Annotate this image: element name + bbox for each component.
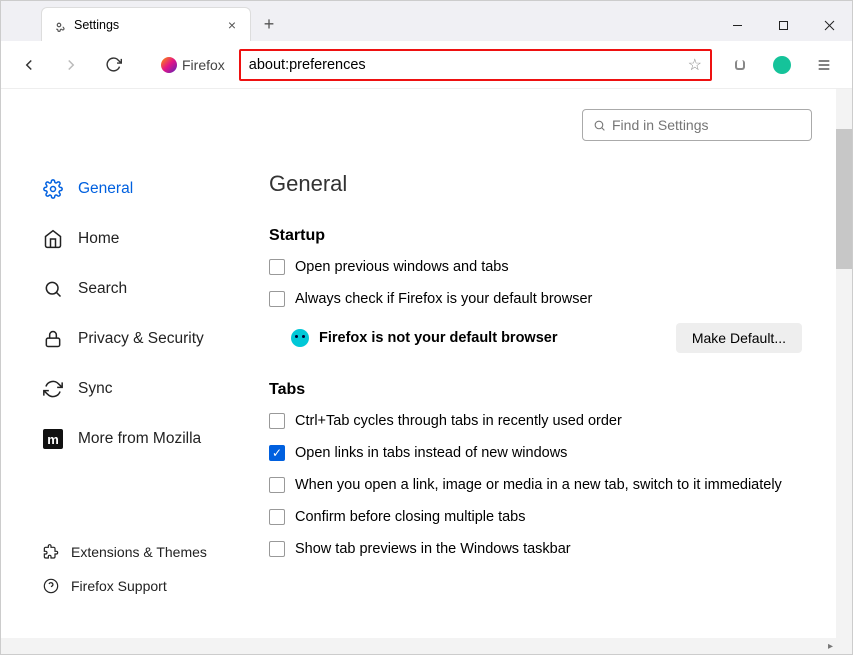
checkbox-always-check-default[interactable] bbox=[269, 291, 285, 307]
toolbar: Firefox ☆ bbox=[1, 41, 852, 89]
option-label: When you open a link, image or media in … bbox=[295, 477, 782, 493]
option-label: Confirm before closing multiple tabs bbox=[295, 509, 526, 525]
option-label: Always check if Firefox is your default … bbox=[295, 291, 592, 307]
url-input[interactable] bbox=[249, 57, 682, 73]
sidebar-item-label: Sync bbox=[78, 380, 112, 398]
vertical-scrollbar[interactable] bbox=[836, 89, 852, 654]
search-icon bbox=[43, 279, 63, 299]
app-menu-button[interactable] bbox=[810, 51, 838, 79]
gear-icon bbox=[52, 18, 66, 32]
sidebar-item-home[interactable]: Home bbox=[43, 229, 261, 249]
option-label: Ctrl+Tab cycles through tabs in recently… bbox=[295, 413, 622, 429]
main-panel: General Startup Open previous windows an… bbox=[261, 89, 852, 654]
browser-tab[interactable]: Settings × bbox=[41, 7, 251, 41]
pocket-button[interactable] bbox=[726, 51, 754, 79]
option-row: Ctrl+Tab cycles through tabs in recently… bbox=[269, 413, 812, 429]
grammarly-icon bbox=[773, 56, 791, 74]
help-icon bbox=[43, 578, 59, 594]
url-bar[interactable]: ☆ bbox=[239, 49, 712, 81]
home-icon bbox=[43, 229, 63, 249]
option-row: Confirm before closing multiple tabs bbox=[269, 509, 812, 525]
sidebar-item-support[interactable]: Firefox Support bbox=[43, 578, 261, 594]
checkbox-switch-immediately[interactable] bbox=[269, 477, 285, 493]
option-row: Always check if Firefox is your default … bbox=[269, 291, 812, 307]
minimize-button[interactable] bbox=[714, 9, 760, 41]
sidebar-item-extensions[interactable]: Extensions & Themes bbox=[43, 544, 261, 560]
identity-label: Firefox bbox=[182, 57, 225, 73]
checkbox-taskbar-preview[interactable] bbox=[269, 541, 285, 557]
checkbox-ctrl-tab[interactable] bbox=[269, 413, 285, 429]
sidebar-item-label: Extensions & Themes bbox=[71, 544, 207, 560]
maximize-button[interactable] bbox=[760, 9, 806, 41]
mozilla-icon: m bbox=[43, 429, 63, 449]
default-browser-text: Firefox is not your default browser bbox=[319, 330, 557, 346]
make-default-button[interactable]: Make Default... bbox=[676, 323, 802, 353]
gear-icon bbox=[43, 179, 63, 199]
page-title: General bbox=[269, 171, 812, 197]
reload-button[interactable] bbox=[99, 51, 127, 79]
forward-button[interactable] bbox=[57, 51, 85, 79]
default-browser-row: Firefox is not your default browser Make… bbox=[291, 323, 812, 353]
sidebar-item-label: Firefox Support bbox=[71, 578, 167, 594]
sidebar-item-general[interactable]: General bbox=[43, 179, 261, 199]
option-row: Open links in tabs instead of new window… bbox=[269, 445, 812, 461]
option-row: Show tab previews in the Windows taskbar bbox=[269, 541, 812, 557]
option-row: When you open a link, image or media in … bbox=[269, 477, 812, 493]
puzzle-icon bbox=[43, 544, 59, 560]
option-label: Open previous windows and tabs bbox=[295, 259, 509, 275]
settings-search-input[interactable] bbox=[612, 117, 801, 133]
sidebar-item-label: More from Mozilla bbox=[78, 430, 201, 448]
close-tab-icon[interactable]: × bbox=[224, 17, 240, 33]
option-label: Show tab previews in the Windows taskbar bbox=[295, 541, 571, 557]
checkbox-open-previous[interactable] bbox=[269, 259, 285, 275]
tab-title: Settings bbox=[74, 18, 216, 32]
sidebar-item-more-mozilla[interactable]: m More from Mozilla bbox=[43, 429, 261, 449]
sidebar-item-label: Privacy & Security bbox=[78, 330, 204, 348]
sidebar-item-label: Search bbox=[78, 280, 127, 298]
sidebar-item-label: Home bbox=[78, 230, 119, 248]
bookmark-star-icon[interactable]: ☆ bbox=[688, 55, 702, 75]
sync-icon bbox=[43, 379, 63, 399]
sidebar-item-sync[interactable]: Sync bbox=[43, 379, 261, 399]
checkbox-open-links-tabs[interactable] bbox=[269, 445, 285, 461]
extension-button[interactable] bbox=[768, 51, 796, 79]
content-area: General Home Search Privacy & Security S… bbox=[1, 89, 852, 654]
back-button[interactable] bbox=[15, 51, 43, 79]
close-window-button[interactable] bbox=[806, 9, 852, 41]
new-tab-button[interactable]: + bbox=[255, 10, 283, 38]
firefox-logo-icon bbox=[161, 57, 177, 73]
pocket-icon bbox=[735, 60, 745, 70]
lock-icon bbox=[43, 329, 63, 349]
sidebar-item-label: General bbox=[78, 180, 133, 198]
search-icon bbox=[593, 119, 606, 132]
horizontal-scrollbar[interactable]: ▸ bbox=[1, 638, 836, 654]
window-titlebar: Settings × + bbox=[1, 1, 852, 41]
sidebar: General Home Search Privacy & Security S… bbox=[1, 89, 261, 654]
option-label: Open links in tabs instead of new window… bbox=[295, 445, 567, 461]
scroll-right-icon[interactable]: ▸ bbox=[828, 641, 833, 652]
section-heading-startup: Startup bbox=[269, 227, 812, 245]
scrollbar-thumb[interactable] bbox=[836, 129, 852, 269]
sad-face-icon bbox=[291, 329, 309, 347]
sidebar-item-search[interactable]: Search bbox=[43, 279, 261, 299]
window-controls bbox=[714, 9, 852, 41]
sidebar-item-privacy[interactable]: Privacy & Security bbox=[43, 329, 261, 349]
option-row: Open previous windows and tabs bbox=[269, 259, 812, 275]
checkbox-confirm-close[interactable] bbox=[269, 509, 285, 525]
site-identity[interactable]: Firefox bbox=[161, 57, 225, 73]
settings-search[interactable] bbox=[582, 109, 812, 141]
section-heading-tabs: Tabs bbox=[269, 381, 812, 399]
